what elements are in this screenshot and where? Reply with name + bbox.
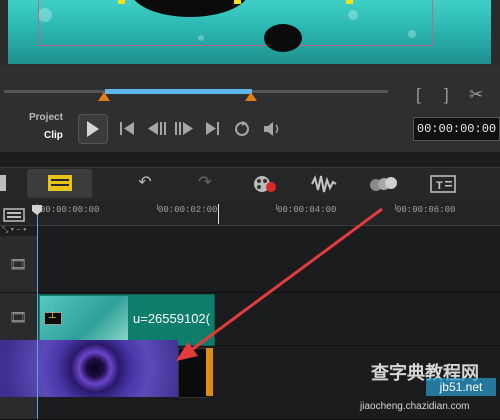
ruler-timecode: 00:00:06:00: [396, 205, 456, 215]
previous-frame-icon[interactable]: [148, 122, 166, 135]
title-icon[interactable]: T: [430, 175, 456, 193]
transition-icon[interactable]: [368, 175, 398, 193]
go-to-end-icon[interactable]: [206, 122, 219, 135]
track-manager-icon[interactable]: [3, 207, 25, 223]
watermark-url: jiaocheng.chazidian.com: [360, 401, 470, 412]
mark-in-icon[interactable]: [: [416, 86, 421, 103]
clip-trim-handle[interactable]: [206, 348, 213, 396]
mark-out-handle[interactable]: [245, 92, 257, 101]
toolbar-edge: [0, 175, 6, 191]
undo-icon[interactable]: ↶: [134, 172, 156, 194]
ruler-tick: [157, 204, 158, 210]
resize-handle[interactable]: [118, 0, 125, 4]
playhead-line[interactable]: [37, 204, 38, 419]
timecode-display[interactable]: 00:00:00:00: [413, 117, 500, 141]
clip-label: u=26559102(: [133, 311, 210, 326]
transport-controls: [120, 121, 279, 136]
dragged-media-thumbnail[interactable]: [0, 340, 178, 397]
record-capture-icon[interactable]: [252, 174, 278, 194]
resize-handle[interactable]: [234, 0, 241, 4]
play-icon: [87, 121, 99, 137]
cut-icon[interactable]: ✂: [469, 86, 483, 103]
storyboard-view-button[interactable]: [27, 169, 92, 198]
ruler-timecode: 00:00:00:00: [40, 205, 100, 215]
zoom-control[interactable]: ⤡ ▾ − ▾: [2, 225, 26, 235]
clip-badge: ⊥: [44, 310, 62, 325]
scrub-selection[interactable]: [105, 89, 252, 94]
mark-out-icon[interactable]: ]: [444, 86, 449, 103]
mark-in-handle[interactable]: [98, 92, 110, 101]
redo-icon[interactable]: ↷: [194, 172, 216, 194]
volume-icon[interactable]: [264, 122, 279, 136]
play-button[interactable]: [78, 114, 108, 144]
video-track-lane[interactable]: [38, 236, 500, 293]
overlay-track-icon: 🎞: [9, 309, 27, 325]
watermark-badge: jb51.net: [426, 378, 496, 396]
project-mode-label[interactable]: Project: [29, 112, 63, 123]
go-to-start-icon[interactable]: [120, 122, 134, 135]
ruler-tick: [276, 204, 277, 210]
storyboard-icon: [48, 175, 72, 191]
svg-text:T: T: [436, 180, 443, 192]
audio-wave-icon[interactable]: [310, 174, 338, 194]
ruler-timecode: 00:00:04:00: [277, 205, 337, 215]
next-frame-icon[interactable]: [175, 122, 193, 135]
ruler-tick: [395, 204, 396, 210]
clip-mode-label[interactable]: Clip: [44, 130, 63, 141]
repeat-icon[interactable]: [235, 121, 249, 136]
hover-cursor-line: [218, 204, 219, 224]
video-track-icon: 🎞: [9, 256, 27, 272]
preview-circle: [264, 24, 302, 52]
resize-handle[interactable]: [346, 0, 353, 4]
ruler-timecode: 00:00:02:00: [158, 205, 218, 215]
preview-panel: [0, 0, 500, 66]
